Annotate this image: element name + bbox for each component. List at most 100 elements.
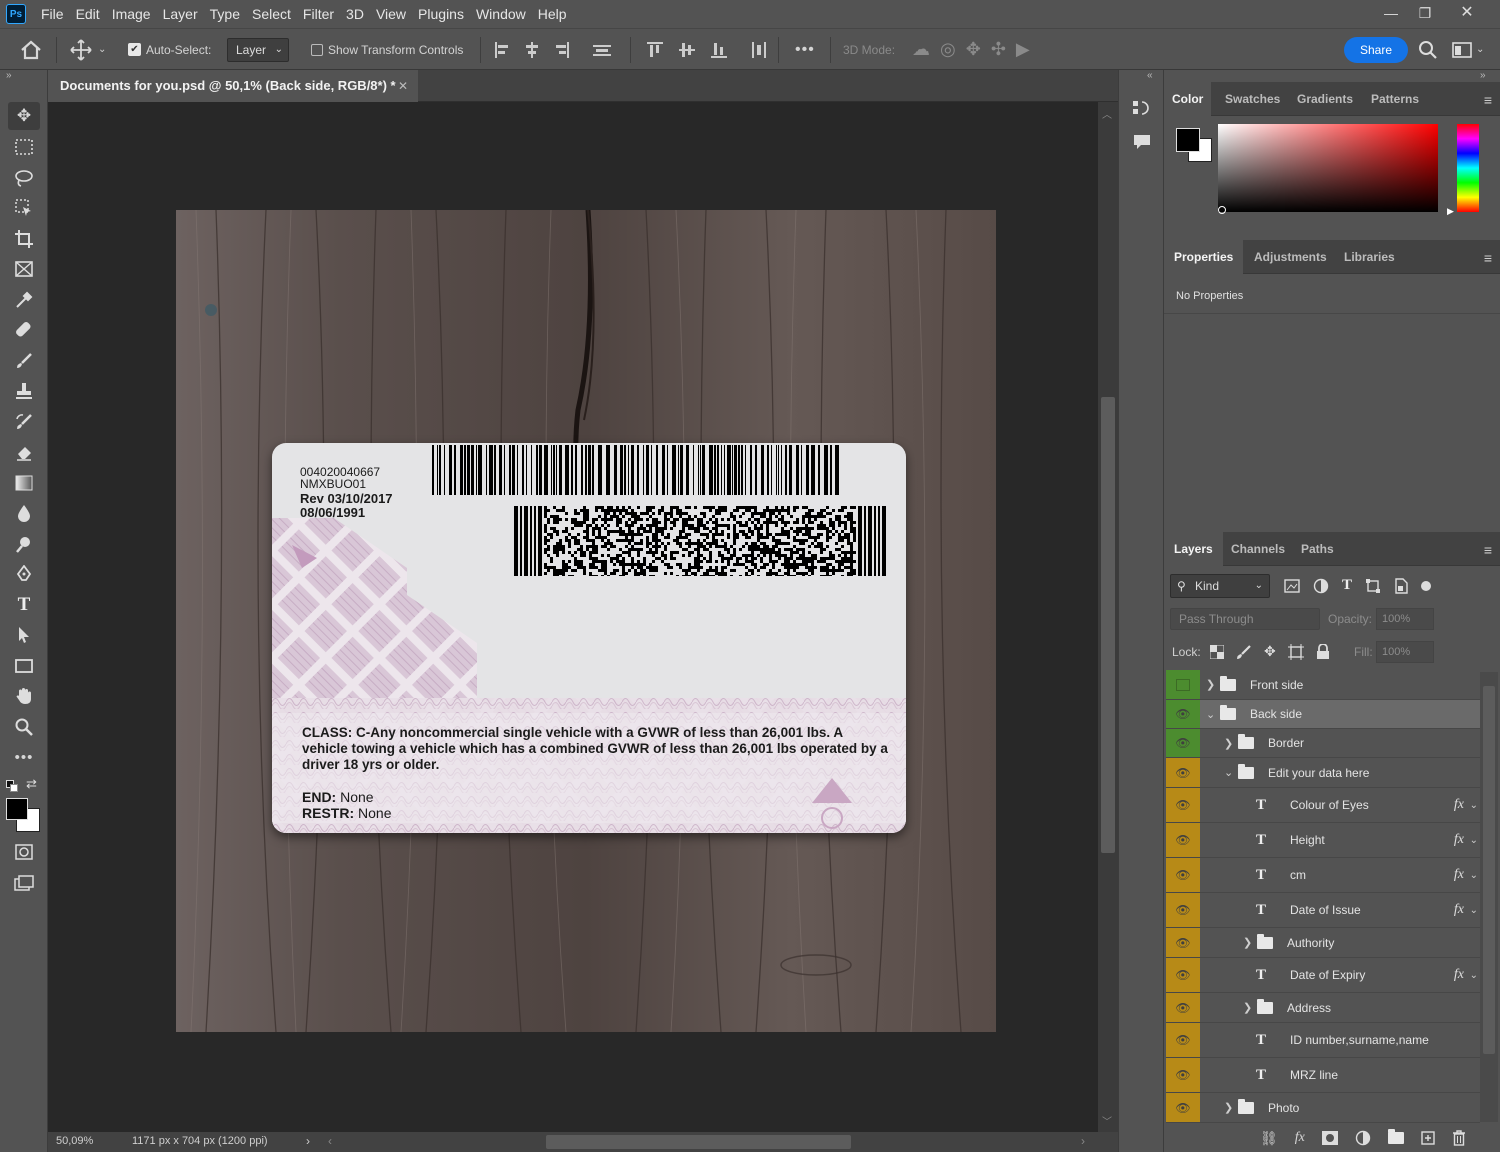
layer-row[interactable]: 👁 Tcm fx ⌄ (1166, 858, 1480, 893)
collapse-icon[interactable]: » (6, 70, 12, 81)
menu-help[interactable]: Help (533, 0, 574, 28)
expand-chevron-icon[interactable]: ❯ (1243, 993, 1252, 1022)
chevron-down-icon[interactable]: ⌄ (1470, 893, 1478, 927)
eye-icon[interactable]: 👁 (1166, 1093, 1200, 1122)
menu-view[interactable]: View (371, 0, 413, 28)
menu-edit[interactable]: Edit (71, 0, 107, 28)
layer-row[interactable]: ❯ Front side (1166, 670, 1480, 700)
type-filter-icon[interactable]: T (1342, 577, 1352, 594)
minimize-button[interactable]: — (1374, 0, 1408, 28)
new-group-icon[interactable] (1387, 1129, 1404, 1144)
eye-icon[interactable]: 👁 (1166, 788, 1200, 822)
tab-properties[interactable]: Properties (1164, 240, 1244, 274)
lock-pixels-icon[interactable] (1236, 644, 1252, 660)
layer-row[interactable]: 👁 ❯ Authority (1166, 928, 1480, 958)
smart-object-filter-icon[interactable] (1394, 577, 1408, 594)
distribute-icon[interactable] (592, 41, 612, 59)
close-tab-icon[interactable]: ✕ (398, 70, 408, 102)
fx-icon[interactable]: fx (1454, 788, 1464, 822)
filter-toggle-icon[interactable] (1421, 580, 1432, 591)
3d-pan-icon[interactable]: ✥ (966, 39, 981, 60)
show-transform-controls-checkbox[interactable]: Show Transform Controls (311, 29, 463, 70)
expand-chevron-icon[interactable]: ❯ (1224, 1093, 1233, 1122)
hand-tool-icon[interactable] (8, 682, 40, 710)
zoom-tool-icon[interactable] (8, 713, 40, 741)
opacity-input[interactable]: 100% (1376, 608, 1434, 630)
align-horizontal-center-icon[interactable] (524, 41, 540, 59)
menu-type[interactable]: Type (205, 0, 247, 28)
align-top-icon[interactable] (646, 41, 664, 59)
eye-icon[interactable]: 👁 (1166, 1058, 1200, 1092)
tab-adjustments[interactable]: Adjustments (1246, 240, 1335, 274)
3d-orbit-icon[interactable]: ☁ (912, 39, 930, 60)
hue-slider-handle[interactable]: ▶ (1447, 206, 1454, 217)
status-menu-icon[interactable]: › (306, 1134, 310, 1148)
color-picker-marker[interactable] (1218, 206, 1226, 214)
more-options-button[interactable]: ••• (795, 29, 815, 70)
layer-row[interactable]: 👁 T Date of Expiry fx ⌄ (1166, 958, 1480, 993)
layer-row-selected[interactable]: 👁 ⌄ Back side (1166, 700, 1480, 729)
distribute-vertical-icon[interactable] (750, 41, 768, 59)
vertical-scrollbar[interactable]: ︿ ﹀ (1098, 102, 1118, 1132)
fx-icon[interactable]: fx (1454, 958, 1464, 992)
pen-tool-icon[interactable] (8, 560, 40, 588)
menu-filter[interactable]: Filter (298, 0, 341, 28)
scroll-right-icon[interactable]: › (1081, 1134, 1085, 1148)
expand-chevron-icon[interactable]: ❯ (1206, 670, 1215, 699)
tab-swatches[interactable]: Swatches (1217, 82, 1288, 116)
panel-menu-icon[interactable]: ≡ (1484, 542, 1492, 558)
menu-file[interactable]: File (36, 0, 71, 28)
add-mask-icon[interactable] (1321, 1131, 1338, 1145)
eye-icon[interactable]: 👁 (1166, 893, 1200, 927)
chevron-down-icon[interactable]: ⌄ (1470, 858, 1478, 892)
layer-row[interactable]: 👁 ❯ Photo (1166, 1093, 1480, 1123)
tab-layers[interactable]: Layers (1164, 532, 1223, 566)
type-tool-icon[interactable]: T (8, 591, 40, 619)
frame-tool-icon[interactable] (8, 255, 40, 283)
quick-mask-icon[interactable] (8, 838, 40, 866)
path-selection-tool-icon[interactable] (8, 621, 40, 649)
document-tab[interactable]: Documents for you.psd @ 50,1% (Back side… (48, 70, 418, 102)
tab-gradients[interactable]: Gradients (1289, 82, 1361, 116)
vertical-scroll-thumb[interactable] (1101, 397, 1115, 853)
expand-chevron-icon[interactable]: ❯ (1243, 928, 1252, 957)
crop-tool-icon[interactable] (8, 225, 40, 253)
new-layer-icon[interactable] (1421, 1131, 1435, 1145)
rectangle-tool-icon[interactable] (8, 652, 40, 680)
object-selection-tool-icon[interactable] (8, 194, 40, 222)
filter-kind-dropdown[interactable]: ⚲ Kind ⌄ (1170, 574, 1270, 598)
shape-filter-icon[interactable] (1365, 578, 1381, 594)
gradient-tool-icon[interactable] (8, 469, 40, 497)
layer-row[interactable]: 👁 T Date of Issue fx ⌄ (1166, 893, 1480, 928)
add-style-icon[interactable]: fx (1295, 1130, 1305, 1146)
workspace-icon[interactable]: ⌄ (1452, 29, 1484, 70)
eye-icon[interactable]: 👁 (1166, 700, 1200, 728)
eyedropper-tool-icon[interactable] (8, 286, 40, 314)
lock-position-icon[interactable]: ✥ (1264, 643, 1276, 660)
menu-3d[interactable]: 3D (341, 0, 371, 28)
checkbox-checked-icon[interactable]: ✔ (128, 43, 141, 56)
screen-mode-icon[interactable] (8, 869, 40, 897)
menu-image[interactable]: Image (107, 0, 158, 28)
brush-tool-icon[interactable] (8, 347, 40, 375)
layer-row[interactable]: 👁 ❯ Border (1166, 729, 1480, 758)
3d-camera-icon[interactable]: ▶ (1016, 39, 1030, 60)
tab-paths[interactable]: Paths (1293, 532, 1342, 566)
horizontal-scroll-thumb[interactable] (546, 1135, 851, 1149)
layer-row[interactable]: 👁 T Colour of Eyes fx ⌄ (1166, 788, 1480, 823)
align-left-icon[interactable] (494, 41, 510, 59)
lock-artboard-icon[interactable] (1287, 643, 1304, 660)
edit-toolbar-icon[interactable]: ••• (8, 743, 40, 771)
scroll-left-icon[interactable]: ‹ (328, 1134, 332, 1148)
move-tool-icon[interactable]: ✥ (8, 102, 40, 130)
clone-stamp-tool-icon[interactable] (8, 377, 40, 405)
adjustment-filter-icon[interactable] (1313, 578, 1329, 594)
marquee-tool-icon[interactable] (8, 133, 40, 161)
chevron-down-icon[interactable]: ⌄ (98, 44, 106, 55)
eye-icon[interactable]: 👁 (1166, 1023, 1200, 1057)
close-button[interactable]: ✕ (1450, 0, 1484, 28)
fx-icon[interactable]: fx (1454, 823, 1464, 857)
tab-libraries[interactable]: Libraries (1336, 240, 1403, 274)
collapse-chevron-icon[interactable]: ⌄ (1224, 758, 1233, 787)
fill-input[interactable]: 100% (1376, 641, 1434, 663)
